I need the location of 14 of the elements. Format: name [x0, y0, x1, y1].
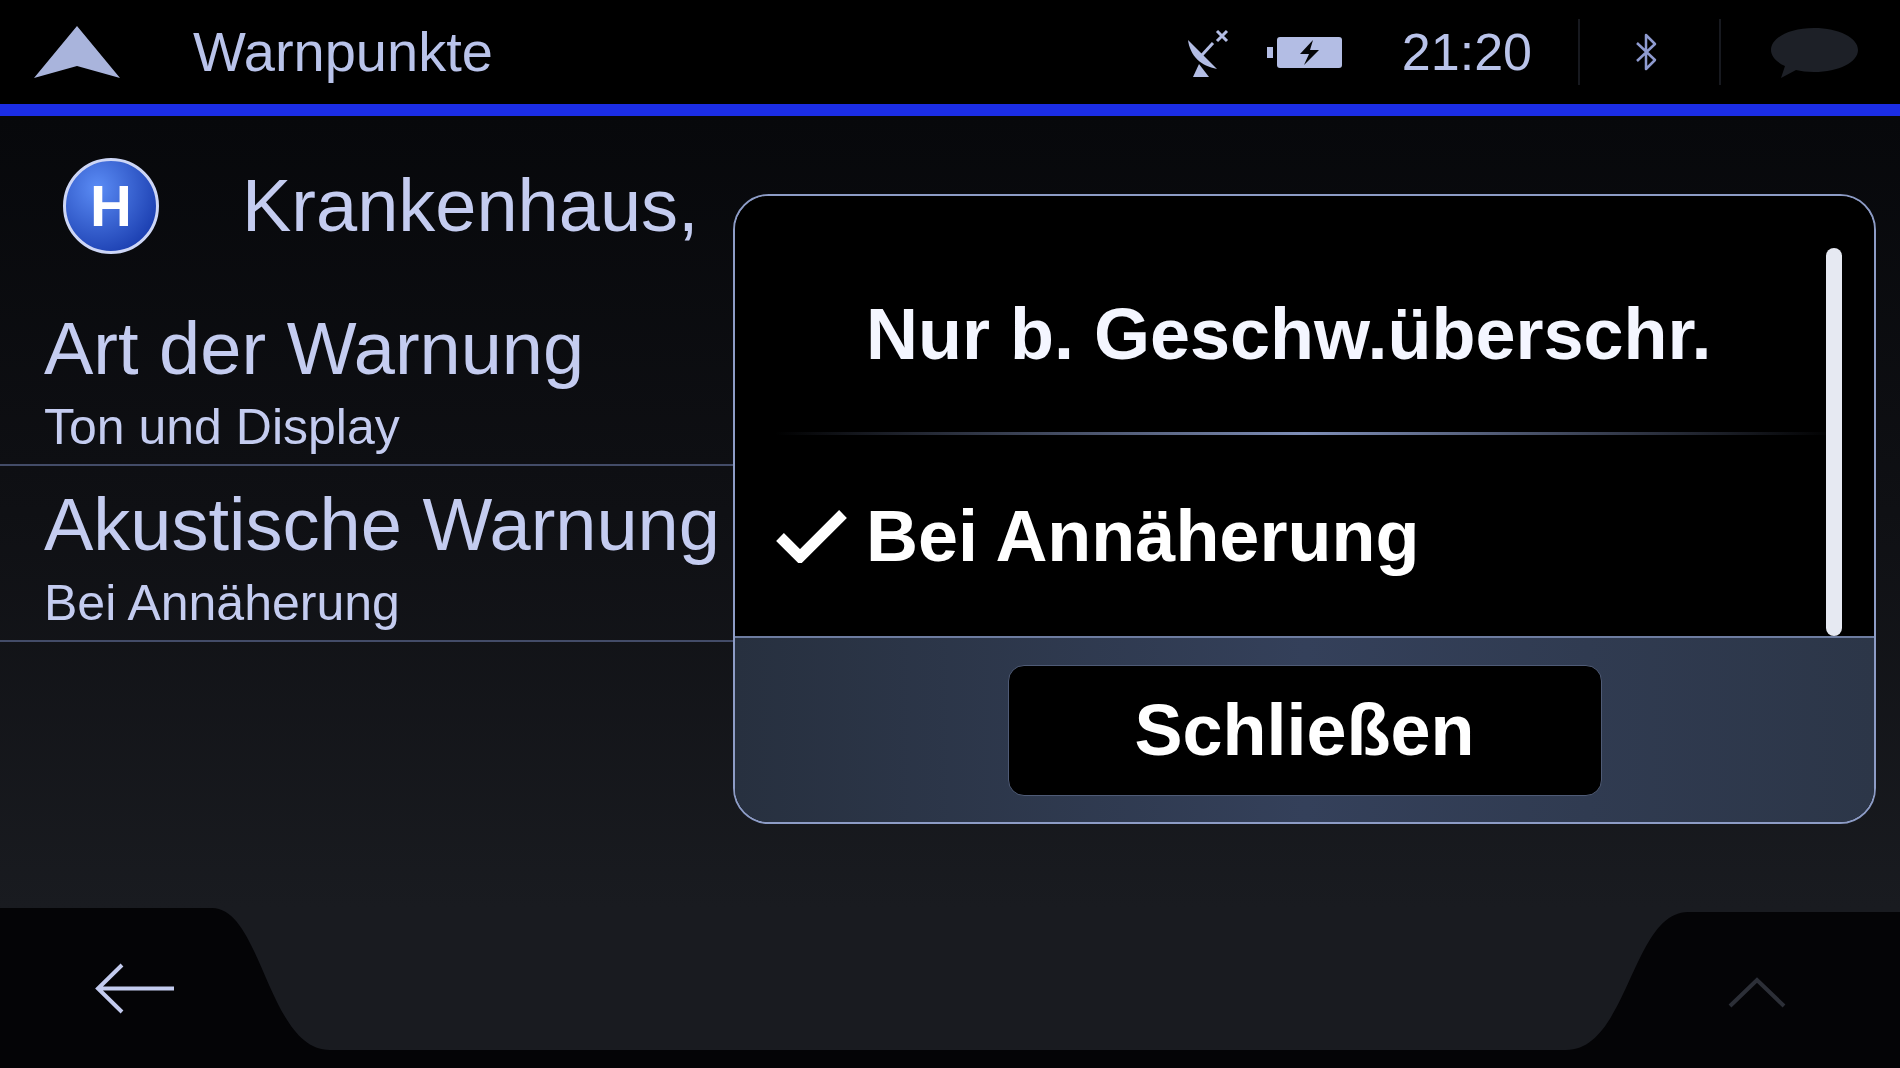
poi-name: Krankenhaus,: [242, 169, 699, 243]
option-item[interactable]: Nur b. Geschw.überschr.: [735, 236, 1874, 432]
option-item[interactable]: Bei Annäherung: [735, 435, 1874, 636]
clock-time: 21:20: [1401, 26, 1532, 78]
scrollbar[interactable]: [1826, 248, 1842, 636]
back-arrow-icon[interactable]: [94, 962, 176, 1014]
chevron-up-icon[interactable]: [1727, 976, 1787, 1008]
speech-bubble-icon[interactable]: [1769, 25, 1860, 79]
hospital-sign: H: [63, 158, 159, 254]
arrowhead-icon[interactable]: [34, 26, 120, 78]
checkmark-icon: [775, 508, 848, 563]
close-button[interactable]: Schließen: [1007, 664, 1602, 796]
bluetooth-icon: [1635, 32, 1657, 72]
battery-charging-icon: [1266, 36, 1342, 68]
